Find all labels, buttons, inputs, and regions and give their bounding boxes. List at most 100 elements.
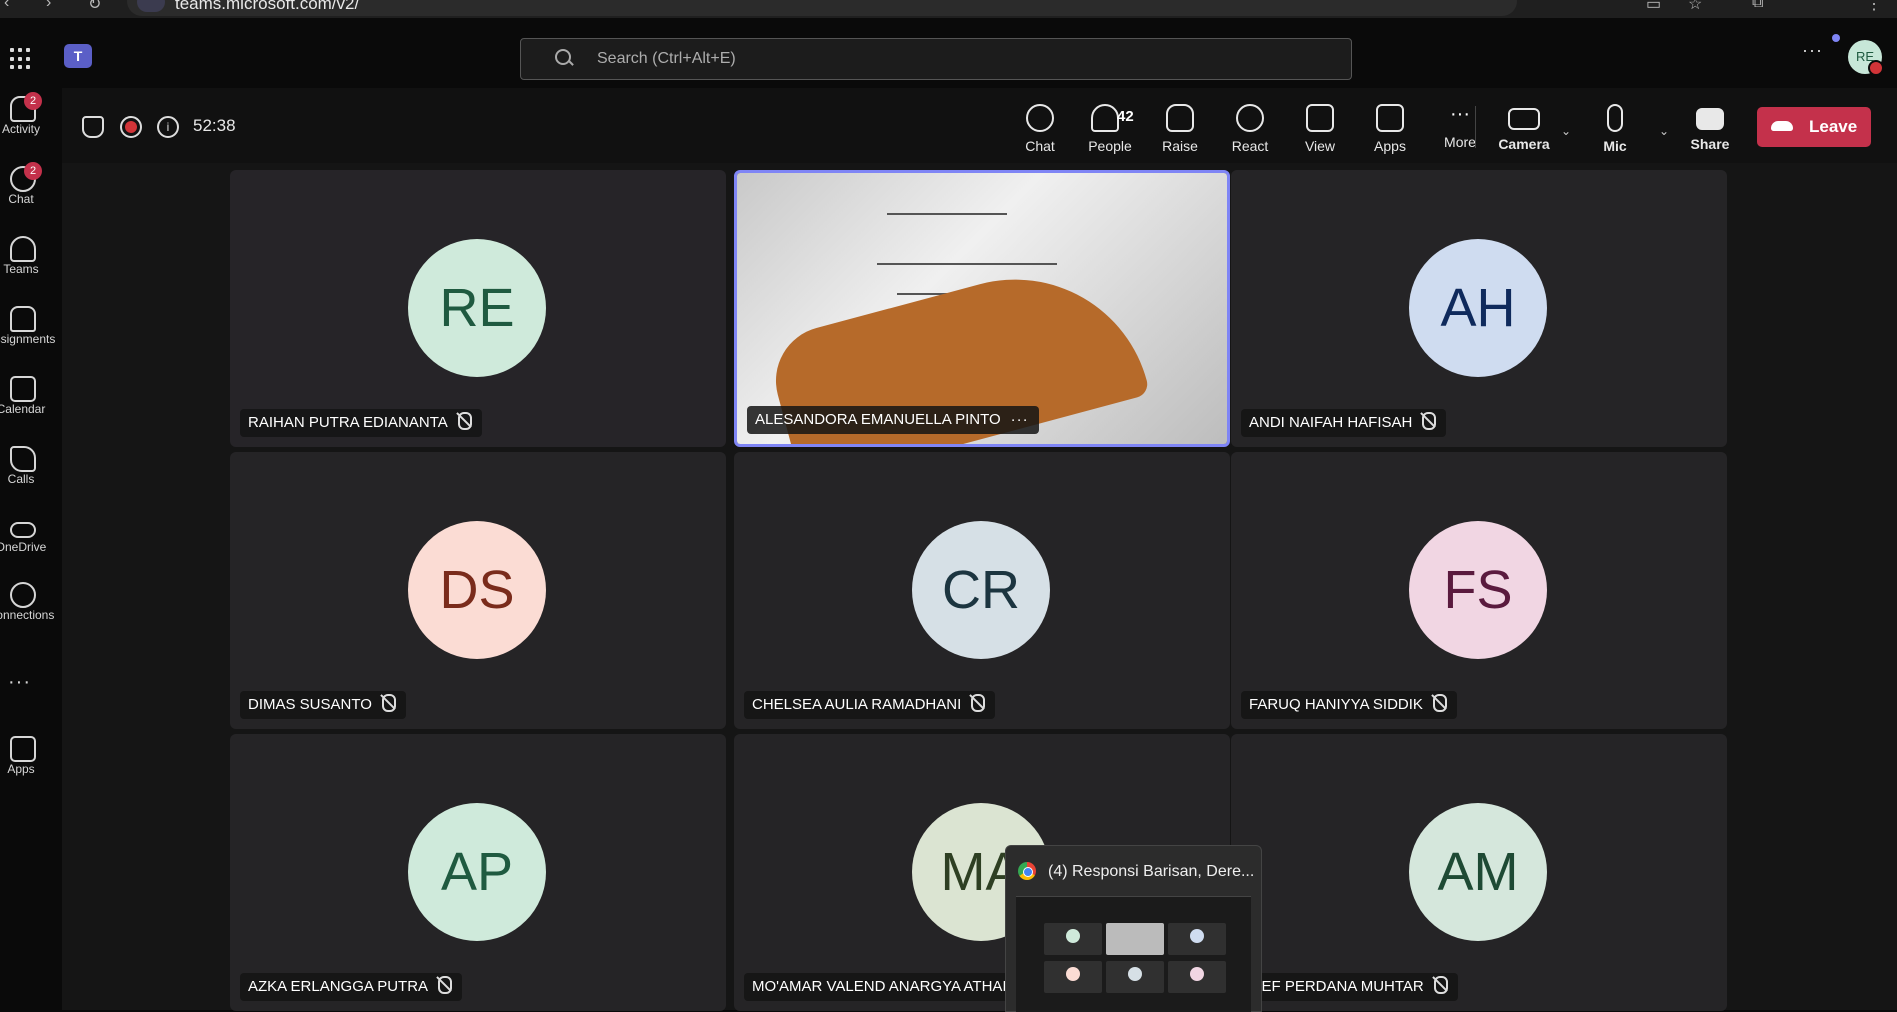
recording-icon[interactable] <box>120 116 142 138</box>
more-button[interactable]: ··· More <box>1429 104 1491 152</box>
bookmark-star-icon[interactable]: ☆ <box>1688 0 1702 14</box>
participant-name: FARUQ HANIYYA SIDDIK <box>1249 696 1423 713</box>
rail-item-onedrive[interactable]: OneDrive <box>0 508 62 566</box>
participant-tile[interactable]: DS DIMAS SUSANTO <box>230 452 726 729</box>
participant-tile[interactable]: AP AZKA ERLANGGA PUTRA <box>230 734 726 1011</box>
writing-stroke <box>887 213 1007 215</box>
browser-toolbar: ‹ › ↻ teams.microsoft.com/v2/ ▭ ☆ ⧉ ⋮ <box>0 0 1897 18</box>
search-placeholder: Search (Ctrl+Alt+E) <box>597 50 736 67</box>
participant-name-tag: ANDI NAIFAH HAFISAH <box>1241 409 1447 437</box>
participant-avatar: AM <box>1409 803 1547 941</box>
presence-status <box>1868 60 1884 76</box>
settings-more-icon[interactable]: ··· <box>1802 40 1823 61</box>
mic-muted-icon <box>1433 976 1448 994</box>
people-button[interactable]: 42 People <box>1079 104 1141 154</box>
participant-avatar: CR <box>912 521 1050 659</box>
phone-icon <box>10 446 36 472</box>
mic-options-chevron-icon[interactable]: ⌄ <box>1659 124 1669 138</box>
hand-icon <box>1166 104 1194 132</box>
leave-button[interactable]: Leave <box>1757 107 1871 147</box>
more-options-icon[interactable]: ··· <box>1011 411 1029 428</box>
app-launcher-icon[interactable] <box>10 48 32 70</box>
more-apps-icon[interactable]: ··· <box>8 671 31 694</box>
participant-tile[interactable]: AM LIEF PERDANA MUHTAR <box>1231 734 1727 1011</box>
participant-tile[interactable]: CR CHELSEA AULIA RAMADHANI <box>734 452 1230 729</box>
raise-hand-button[interactable]: Raise <box>1149 104 1211 154</box>
apps-button[interactable]: Apps <box>1359 104 1421 154</box>
cloud-icon <box>10 522 36 538</box>
backpack-icon <box>10 306 36 332</box>
rail-label: Apps <box>7 762 35 776</box>
rail-item-calls[interactable]: Calls <box>0 440 62 498</box>
shield-icon[interactable] <box>82 116 104 138</box>
participant-avatar: FS <box>1409 521 1547 659</box>
chat-button[interactable]: Chat <box>1009 104 1071 154</box>
participant-avatar: AH <box>1409 239 1547 377</box>
people-icon <box>1091 104 1119 132</box>
thumbnail-tile <box>1044 923 1102 955</box>
participant-tile[interactable]: RE RAIHAN PUTRA EDIANANTA <box>230 170 726 447</box>
search-box[interactable]: Search (Ctrl+Alt+E) <box>520 38 1352 80</box>
share-icon <box>1696 108 1724 130</box>
camera-button[interactable]: Camera <box>1489 104 1559 152</box>
rail-label: Activity <box>1 122 40 136</box>
rail-label: Calls <box>7 472 35 486</box>
connections-icon <box>10 582 36 608</box>
thumbnail-tile <box>1106 923 1164 955</box>
view-button[interactable]: View <box>1289 104 1351 154</box>
participant-video-feed <box>737 173 1227 444</box>
camera-options-chevron-icon[interactable]: ⌄ <box>1561 124 1571 138</box>
taskbar-window-preview[interactable]: (4) Responsi Barisan, Dere... <box>1005 845 1262 1012</box>
react-label: React <box>1231 138 1269 154</box>
mic-muted-icon <box>1432 694 1447 712</box>
participant-avatar: AP <box>408 803 546 941</box>
participant-tile-video[interactable]: ALESANDORA EMANUELLA PINTO ··· <box>734 170 1230 447</box>
writing-stroke <box>877 263 1057 265</box>
browser-menu-icon[interactable]: ⋮ <box>1866 0 1882 14</box>
window-thumbnail <box>1016 896 1251 1012</box>
cast-icon[interactable]: ▭ <box>1646 0 1661 14</box>
teams-header: T Search (Ctrl+Alt+E) ··· RE <box>0 18 1897 88</box>
participant-name: CHELSEA AULIA RAMADHANI <box>752 696 962 713</box>
rail-item-connections[interactable]: Connections <box>0 576 62 634</box>
rail-item-calendar[interactable]: Calendar <box>0 370 62 428</box>
extensions-icon[interactable]: ⧉ <box>1752 0 1763 12</box>
add-apps-icon <box>10 736 36 762</box>
forward-icon[interactable]: › <box>46 0 51 12</box>
app-rail: 2 Activity 2 Chat Teams Assignments Cale… <box>0 88 63 1010</box>
participant-name-tag: FARUQ HANIYYA SIDDIK <box>1241 691 1457 719</box>
share-button[interactable]: Share <box>1679 104 1741 152</box>
teams-icon <box>10 236 36 262</box>
rail-item-apps[interactable]: Apps <box>0 730 62 788</box>
mic-button[interactable]: Mic <box>1584 104 1646 154</box>
react-button[interactable]: React <box>1219 104 1281 154</box>
participant-tile[interactable]: AH ANDI NAIFAH HAFISAH <box>1231 170 1727 447</box>
mic-off-icon <box>1607 104 1623 132</box>
site-info-icon[interactable] <box>137 0 165 12</box>
rail-item-teams[interactable]: Teams <box>0 230 62 288</box>
back-icon[interactable]: ‹ <box>4 0 9 12</box>
participant-name-tag: DIMAS SUSANTO <box>240 691 406 719</box>
rail-item-chat[interactable]: 2 Chat <box>0 160 62 218</box>
rail-label: Assignments <box>0 332 56 346</box>
teams-logo-icon: T <box>64 44 92 68</box>
more-label: More <box>1444 134 1476 150</box>
participant-name-tag: CHELSEA AULIA RAMADHANI <box>744 691 996 719</box>
participant-tile[interactable]: FS FARUQ HANIYYA SIDDIK <box>1231 452 1727 729</box>
participant-name: RAIHAN PUTRA EDIANANTA <box>248 414 448 431</box>
rail-item-activity[interactable]: 2 Activity <box>0 90 62 148</box>
info-icon[interactable]: i <box>157 116 179 138</box>
leave-label: Leave <box>1809 117 1858 136</box>
participant-name: MO'AMAR VALEND ANARGYA ATHAILA <box>752 978 1025 995</box>
rail-item-assignments[interactable]: Assignments <box>0 300 62 358</box>
mic-label: Mic <box>1603 138 1627 154</box>
profile-avatar[interactable]: RE <box>1848 40 1884 76</box>
participant-name-tag: AZKA ERLANGGA PUTRA <box>240 973 463 1001</box>
chat-icon <box>1026 104 1054 132</box>
participant-name-tag: RAIHAN PUTRA EDIANANTA <box>240 409 482 437</box>
reload-icon[interactable]: ↻ <box>88 0 101 14</box>
search-icon <box>555 49 571 65</box>
apps-label: Apps <box>1374 138 1406 154</box>
activity-badge: 2 <box>24 92 42 110</box>
address-bar[interactable]: teams.microsoft.com/v2/ <box>127 0 1517 16</box>
